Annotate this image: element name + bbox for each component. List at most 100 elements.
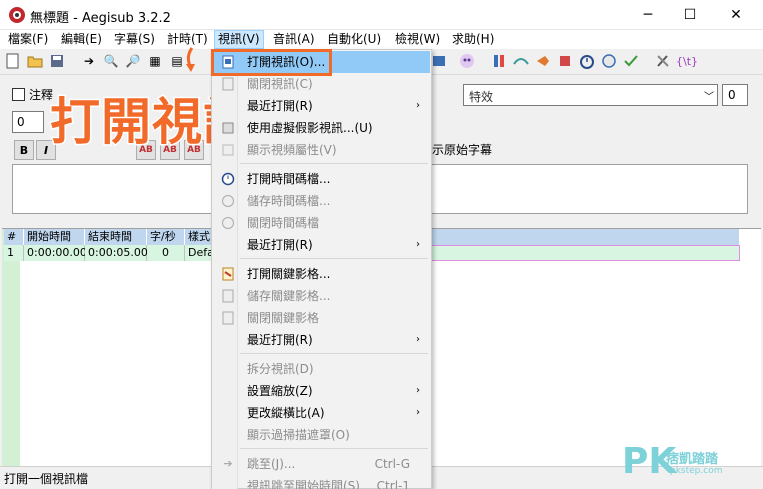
menu-audio[interactable]: 音訊(A) xyxy=(270,30,318,49)
menu-item-label: 儲存時間碼檔... xyxy=(247,194,331,208)
menu-edit[interactable]: 編輯(E) xyxy=(58,30,105,49)
aegisub-logo-icon xyxy=(9,7,25,23)
menu-item-save-timecodes[interactable]: 儲存時間碼檔... xyxy=(213,190,430,212)
menu-item-recent-video[interactable]: 最近打開(R) › xyxy=(213,95,430,117)
effect-field[interactable]: 特效 xyxy=(463,84,718,106)
open-file-icon[interactable] xyxy=(26,52,44,70)
kanji-timer-icon[interactable] xyxy=(600,52,618,70)
menu-item-recent-timecodes[interactable]: 最近打開(R) › xyxy=(213,234,430,256)
menu-video[interactable]: 視訊(V) xyxy=(214,30,264,49)
status-text: 打開一個視訊檔 xyxy=(4,472,89,486)
bold-button[interactable]: B xyxy=(14,140,34,160)
menu-item-jump-start[interactable]: 視訊跳至開始時間(S) Ctrl-1 xyxy=(213,475,430,489)
highlight-frame xyxy=(211,49,332,76)
menu-item-open-keyframes[interactable]: 打開關鍵影格... xyxy=(213,263,430,285)
grid-header-number[interactable]: # xyxy=(4,229,24,245)
menu-item-label: 關閉時間碼檔 xyxy=(247,216,320,230)
menu-item-detach-video[interactable]: 拆分視訊(D) xyxy=(213,358,430,380)
menu-item-label: 最近打開(R) xyxy=(247,238,313,252)
save-keyframes-icon xyxy=(220,288,236,304)
margin-field[interactable]: 0 xyxy=(722,84,748,106)
jump-to-icon: ➔ xyxy=(223,457,233,470)
menu-subtitle[interactable]: 字幕(S) xyxy=(111,30,158,49)
menu-item-label: 最近打開(R) xyxy=(247,99,313,113)
video-properties-icon xyxy=(220,142,236,158)
grid-cell-number: 1 xyxy=(4,245,24,261)
new-file-icon[interactable] xyxy=(4,52,22,70)
menu-separator xyxy=(240,258,428,259)
watermark-sub: 痞凱踏踏 xyxy=(666,452,719,467)
watermark-url: pkstep.com xyxy=(670,466,723,476)
menu-item-video-properties[interactable]: 顯示視頻屬性(V) xyxy=(213,139,430,161)
submenu-arrow-icon: › xyxy=(416,334,420,345)
menu-item-shortcut: Ctrl-G xyxy=(374,457,410,471)
resolution-icon[interactable] xyxy=(556,52,574,70)
menu-item-recent-keyframes[interactable]: 最近打開(R) › xyxy=(213,329,430,351)
submenu-arrow-icon: › xyxy=(416,239,420,250)
menu-help[interactable]: 求助(H) xyxy=(449,30,497,49)
menu-item-open-timecodes[interactable]: 打開時間碼檔... xyxy=(213,168,430,190)
callout-arrow-icon xyxy=(186,47,195,72)
menu-separator xyxy=(240,163,428,164)
save-file-icon[interactable] xyxy=(48,52,66,70)
tag-icon[interactable]: {\t} xyxy=(676,52,698,70)
menu-item-label: 拆分視訊(D) xyxy=(247,362,314,376)
grid-cell-cps: 0 xyxy=(147,245,185,261)
jump-icon[interactable]: ➔ xyxy=(80,52,98,70)
menu-item-jump-to[interactable]: ➔ 跳至(J)... Ctrl-G xyxy=(213,453,430,475)
attachments-icon[interactable]: ▦ xyxy=(146,52,164,70)
grid-header-end[interactable]: 結束時間 xyxy=(85,229,147,245)
menu-item-close-timecodes[interactable]: 關閉時間碼檔 xyxy=(213,212,430,234)
options-icon[interactable] xyxy=(654,52,672,70)
menu-separator xyxy=(240,448,428,449)
spell-checker-icon[interactable] xyxy=(622,52,640,70)
menu-item-label: 視訊跳至開始時間(S) xyxy=(247,479,360,489)
close-button[interactable]: ✕ xyxy=(713,0,759,30)
menu-item-label: 跳至(J)... xyxy=(247,457,296,471)
submenu-arrow-icon: › xyxy=(416,385,420,396)
anime-mascot-icon[interactable] xyxy=(458,52,476,70)
menu-item-save-keyframes[interactable]: 儲存關鍵影格... xyxy=(213,285,430,307)
grid-header-start[interactable]: 開始時間 xyxy=(24,229,85,245)
menu-item-label: 設置縮放(Z) xyxy=(247,384,313,398)
properties-icon[interactable] xyxy=(490,52,508,70)
menu-automation[interactable]: 自動化(U) xyxy=(324,30,384,49)
open-timecodes-icon xyxy=(220,171,236,187)
menu-item-shortcut: Ctrl-1 xyxy=(376,479,410,489)
menu-item-dummy-video[interactable]: 使用虛擬假影視訊...(U) xyxy=(213,117,430,139)
menu-item-label: 顯示過掃描遮罩(O) xyxy=(247,428,350,442)
minimize-button[interactable]: ─ xyxy=(625,0,671,30)
styles-manager-icon[interactable] xyxy=(512,52,530,70)
grid-cell-start: 0:00:00.00 xyxy=(24,245,87,261)
menu-item-label: 關閉視訊(C) xyxy=(247,77,313,91)
translation-icon[interactable] xyxy=(430,52,448,70)
menu-item-aspect-ratio[interactable]: 更改縱橫比(A) › xyxy=(213,402,430,424)
window-title: 無標題 - Aegisub 3.2.2 xyxy=(30,11,171,26)
menu-file[interactable]: 檔案(F) xyxy=(5,30,51,49)
comment-checkbox[interactable] xyxy=(12,88,25,101)
menu-item-overscan-mask[interactable]: 顯示過掃描遮罩(O) xyxy=(213,424,430,446)
close-keyframes-icon xyxy=(220,310,236,326)
menu-item-close-video[interactable]: 關閉視訊(C) xyxy=(213,73,430,95)
timing-postprocessor-icon[interactable] xyxy=(578,52,596,70)
dummy-video-icon xyxy=(220,120,236,136)
grid-header-cps[interactable]: 字/秒 xyxy=(147,229,185,245)
maximize-button[interactable]: ☐ xyxy=(667,0,713,30)
submenu-arrow-icon: › xyxy=(416,100,420,111)
menu-item-close-keyframes[interactable]: 關閉關鍵影格 xyxy=(213,307,430,329)
grid-header-style[interactable]: 樣式 xyxy=(185,229,213,245)
styling-assistant-icon[interactable] xyxy=(534,52,552,70)
menu-item-set-zoom[interactable]: 設置縮放(Z) › xyxy=(213,380,430,402)
menu-view[interactable]: 檢視(W) xyxy=(392,30,443,49)
save-timecodes-icon xyxy=(220,193,236,209)
layer-spinner[interactable]: 0 xyxy=(12,111,44,133)
effect-dropdown-icon[interactable]: ﹀ xyxy=(704,88,714,103)
grid-header-rest xyxy=(432,229,739,245)
find-icon[interactable]: 🔍 xyxy=(102,52,120,70)
menu-item-label: 儲存關鍵影格... xyxy=(247,289,331,303)
menu-item-label: 使用虛擬假影視訊...(U) xyxy=(247,121,373,135)
watermark-logo: PK 痞凱踏踏 pkstep.com xyxy=(622,444,722,480)
menu-item-label: 關閉關鍵影格 xyxy=(247,311,320,325)
close-timecodes-icon xyxy=(220,215,236,231)
find-replace-icon[interactable]: 🔎 xyxy=(124,52,142,70)
